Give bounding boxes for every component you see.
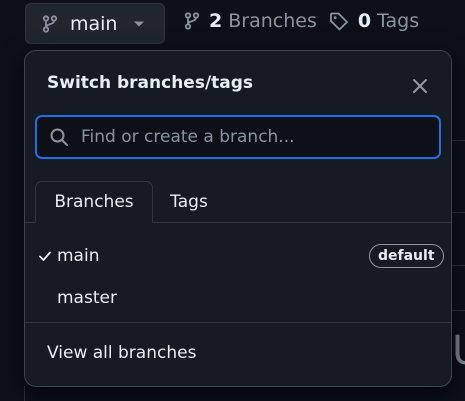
- chevron-down-icon: [133, 20, 145, 28]
- repo-ref-counts: 2 Branches 0 Tags: [184, 10, 419, 32]
- branch-switcher-dropdown: Switch branches/tags Branches T: [24, 50, 452, 387]
- close-button[interactable]: [409, 75, 431, 97]
- branch-item-main[interactable]: main default: [25, 236, 451, 276]
- background-divider: [452, 265, 465, 266]
- branch-search-input[interactable]: [79, 126, 423, 148]
- repository-page: U main: [0, 0, 465, 401]
- background-divider: [452, 310, 465, 311]
- branch-search-field[interactable]: [35, 115, 441, 159]
- branch-item-name: main: [57, 246, 100, 266]
- tab-branches[interactable]: Branches: [35, 181, 153, 223]
- background-divider: [452, 140, 465, 141]
- check-icon: [37, 248, 53, 264]
- view-all-branches-link[interactable]: View all branches: [47, 343, 196, 363]
- branch-item-master[interactable]: master: [25, 278, 451, 318]
- git-branch-icon: [42, 14, 58, 33]
- tags-count-label: Tags: [377, 10, 420, 32]
- dropdown-title: Switch branches/tags: [47, 73, 254, 93]
- branch-selector-button[interactable]: main: [25, 3, 165, 44]
- background-divider: [452, 212, 465, 213]
- tab-branches-label: Branches: [54, 192, 134, 212]
- tab-tags-label: Tags: [170, 192, 208, 212]
- background-heading-fragment: U: [452, 328, 465, 374]
- search-icon: [49, 127, 69, 147]
- branches-count-link[interactable]: 2 Branches: [184, 10, 317, 32]
- default-branch-badge: default: [369, 244, 444, 268]
- tags-count: 0: [357, 10, 372, 32]
- tag-icon: [329, 11, 349, 31]
- branch-item-name: master: [57, 288, 117, 308]
- tab-tags[interactable]: Tags: [161, 181, 217, 223]
- close-icon: [409, 75, 431, 97]
- branch-selector-label: main: [70, 12, 118, 35]
- background-border: [24, 386, 25, 401]
- footer-divider: [25, 322, 451, 323]
- branches-count: 2: [209, 10, 223, 32]
- tags-count-link[interactable]: 0 Tags: [329, 10, 419, 32]
- branches-count-label: Branches: [228, 10, 317, 32]
- git-branch-icon: [184, 12, 200, 30]
